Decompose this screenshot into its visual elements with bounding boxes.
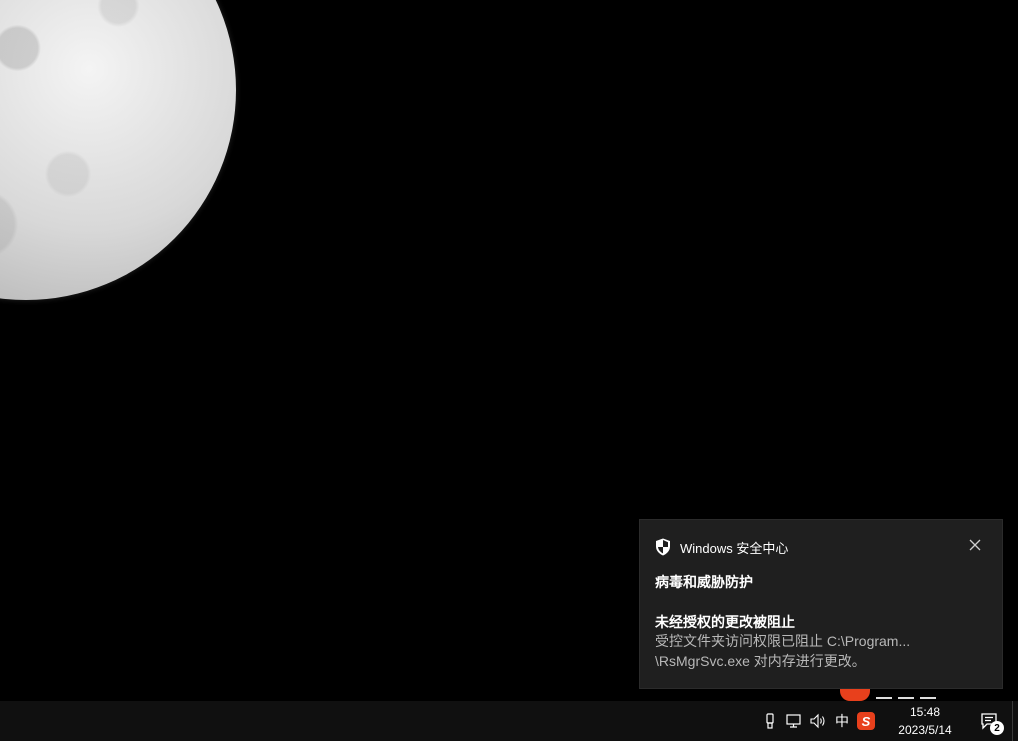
toast-title: 病毒和威胁防护 [655,574,753,590]
toast-body-line: \RsMgrSvc.exe 对内存进行更改。 [655,653,866,669]
usb-icon[interactable] [758,701,782,741]
sogou-icon: S [857,712,875,730]
toast-header: Windows 安全中心 [655,538,788,556]
clock-time: 15:48 [909,705,941,719]
volume-icon[interactable] [806,701,830,741]
toast-body: 受控文件夹访问权限已阻止 C:\Program... \RsMgrSvc.exe… [655,631,995,671]
toast-app-name: Windows 安全中心 [680,540,789,556]
clock-date: 2023/5/14 [898,723,952,737]
toast-subtitle: 未经授权的更改被阻止 [655,614,795,630]
notification-toast[interactable]: Windows 安全中心 病毒和威胁防护 未经授权的更改被阻止 受控文件夹访问权… [639,519,1003,689]
shield-icon [656,538,670,556]
desktop: Windows 安全中心 病毒和威胁防护 未经授权的更改被阻止 受控文件夹访问权… [0,0,1018,701]
pin-peek-icon [876,689,892,699]
keyboard-peek-icon [898,689,914,699]
wallpaper-moon [0,0,236,300]
system-tray: 中 S 15:48 2023/5/14 2 [758,701,1018,741]
network-icon[interactable] [782,701,806,741]
ime-mode-indicator[interactable]: 中 [830,701,854,741]
overflow-tray-peek [840,689,936,701]
action-center-button[interactable]: 2 [968,701,1012,741]
show-desktop-button[interactable] [1012,701,1018,741]
close-icon[interactable] [968,538,982,552]
grid-peek-icon [920,689,936,699]
taskbar: 中 S 15:48 2023/5/14 2 [0,701,1018,741]
taskbar-clock[interactable]: 15:48 2023/5/14 [882,701,968,741]
toast-body-line: 受控文件夹访问权限已阻止 C:\Program... [655,633,911,649]
sogou-peek-icon [840,689,870,701]
sogou-ime-button[interactable]: S [854,701,878,741]
notification-count-badge: 2 [990,721,1004,735]
